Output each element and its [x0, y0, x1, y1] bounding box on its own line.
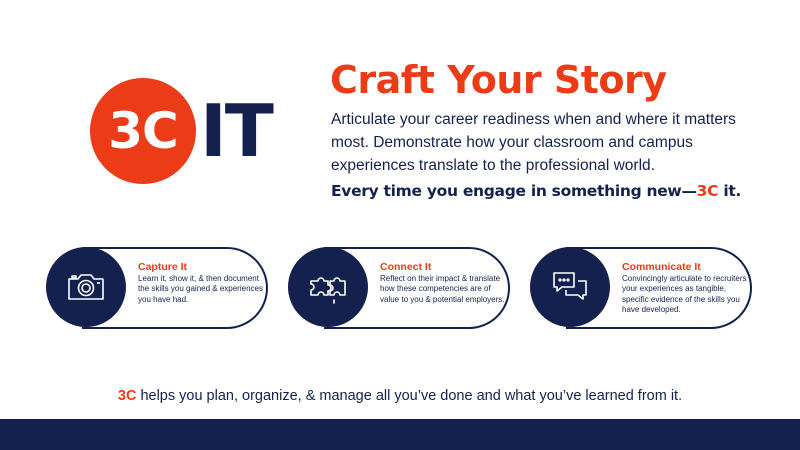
- card-icon-circle: [530, 247, 610, 327]
- page-title: Craft Your Story: [330, 58, 667, 102]
- card-text: Capture It Learn it, show it, & then doc…: [138, 261, 264, 305]
- card-description: Reflect on their impact & translate how …: [380, 274, 505, 304]
- tagline-prefix: Every time you engage in something new—: [331, 182, 697, 200]
- footer-statement: 3C helps you plan, organize, & manage al…: [0, 388, 800, 404]
- tagline-accent: 3C: [696, 182, 719, 200]
- logo-circle-text: 3C: [108, 102, 178, 160]
- camera-icon: [68, 274, 104, 300]
- chat-bubbles-icon: [553, 272, 587, 300]
- tagline: Every time you engage in something new—3…: [331, 182, 741, 200]
- intro-paragraph: Articulate your career readiness when an…: [331, 111, 736, 174]
- tagline-suffix: it.: [718, 182, 742, 200]
- card-description: Learn it, show it, & then document the s…: [138, 274, 263, 304]
- card-text: Connect It Reflect on their impact & tra…: [380, 261, 506, 305]
- logo-circle: 3C: [90, 78, 196, 184]
- card-communicate-it: Communicate It Convincingly articulate t…: [530, 247, 752, 329]
- card-icon-circle: [46, 247, 126, 327]
- footer-accent: 3C: [117, 388, 137, 404]
- brand-logo: 3C IT: [90, 78, 280, 188]
- bottom-bar: [0, 419, 800, 450]
- footer-text: helps you plan, organize, & manage all y…: [136, 388, 683, 404]
- card-title: Capture It: [138, 261, 188, 273]
- card-icon-circle: [288, 247, 368, 327]
- card-title: Connect It: [380, 261, 432, 273]
- logo-side-text: IT: [200, 89, 274, 173]
- card-description: Convincingly articulate to recruiters yo…: [622, 274, 747, 315]
- card-connect-it: Connect It Reflect on their impact & tra…: [288, 247, 510, 329]
- card-title: Communicate It: [622, 261, 701, 273]
- card-text: Communicate It Convincingly articulate t…: [622, 261, 748, 316]
- puzzle-icon: [310, 277, 346, 304]
- card-capture-it: Capture It Learn it, show it, & then doc…: [46, 247, 268, 329]
